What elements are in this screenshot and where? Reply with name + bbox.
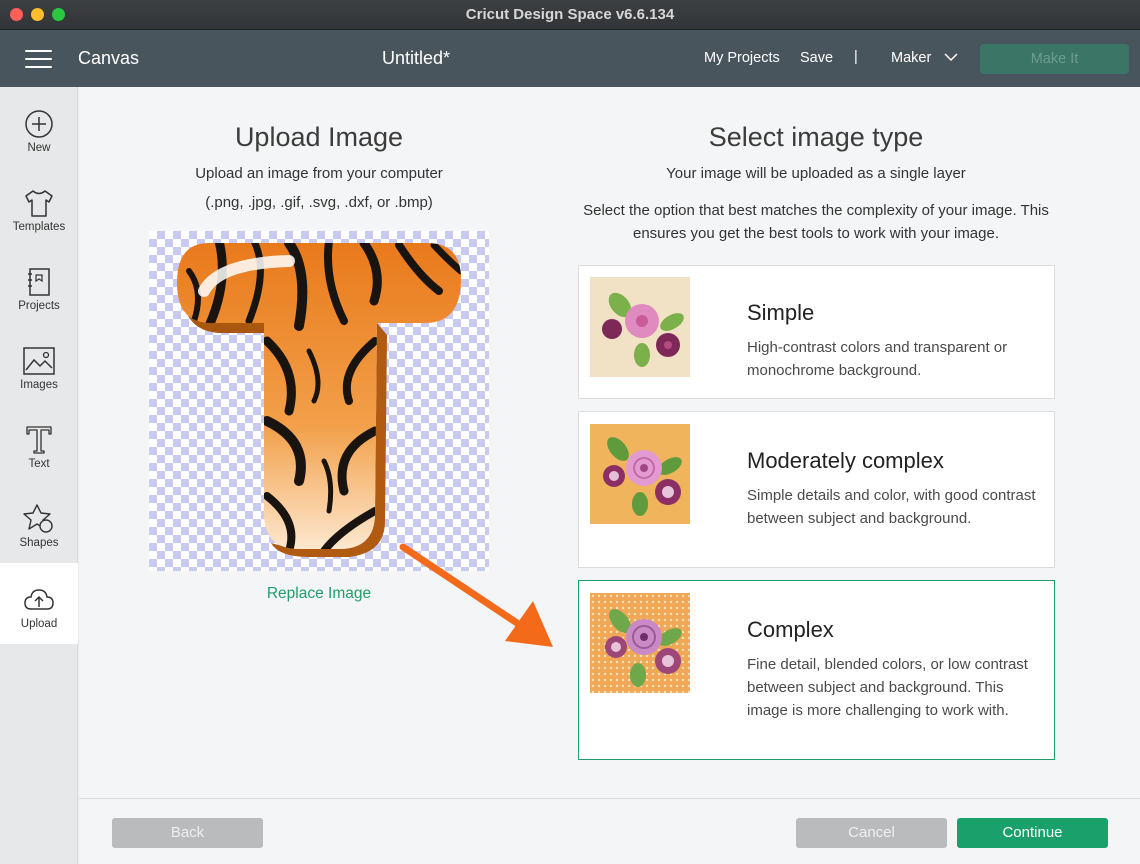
option-description: High-contrast colors and transparent or …: [747, 339, 1008, 379]
option-description: Fine detail, blended colors, or low cont…: [747, 656, 1028, 719]
upload-formats: (.png, .jpg, .gif, .svg, .dxf, or .bmp): [205, 194, 433, 211]
sidebar-item-upload[interactable]: Upload: [0, 563, 78, 644]
upload-title: Upload Image: [234, 122, 404, 152]
sidebar-item-projects[interactable]: Projects: [0, 245, 78, 324]
app-header: Canvas Untitled* My Projects Save | Make…: [0, 30, 1140, 87]
shapes-icon: [23, 504, 53, 533]
hamburger-menu-icon[interactable]: [25, 50, 52, 68]
canvas-label[interactable]: Canvas: [78, 48, 139, 69]
notebook-icon: [28, 268, 50, 296]
make-it-button[interactable]: Make It: [980, 44, 1129, 74]
complex-flower-thumbnail: [590, 593, 690, 693]
window-titlebar: Cricut Design Space v6.6.134: [0, 0, 1140, 30]
machine-selector[interactable]: Maker: [891, 50, 931, 66]
text-icon: [26, 426, 52, 454]
upload-main-panel: Upload Image Upload an image from your c…: [79, 87, 1140, 798]
chevron-down-icon[interactable]: [944, 53, 958, 62]
image-icon: [23, 347, 55, 375]
image-type-subtitle: Your image will be uploaded as a single …: [666, 165, 966, 182]
option-description: Simple details and color, with good cont…: [747, 487, 1036, 527]
sidebar-item-label: Projects: [18, 300, 60, 312]
option-title: Simple: [747, 300, 815, 325]
header-separator: |: [854, 49, 858, 65]
my-projects-link[interactable]: My Projects: [704, 50, 780, 66]
option-title: Complex: [747, 617, 834, 642]
image-type-instructions: Select the option that best matches the …: [583, 202, 1049, 242]
plus-circle-icon: [25, 110, 53, 138]
sidebar-item-label: Text: [28, 458, 50, 470]
upload-subtitle: Upload an image from your computer: [195, 165, 443, 182]
simple-flower-thumbnail: [590, 277, 690, 377]
continue-button[interactable]: Continue: [957, 818, 1108, 848]
back-button[interactable]: Back: [112, 818, 263, 848]
annotation-arrow-icon: [399, 543, 553, 647]
sidebar-item-label: Images: [20, 379, 58, 391]
sidebar-item-shapes[interactable]: Shapes: [0, 482, 78, 561]
cloud-upload-icon: [24, 589, 54, 610]
dialog-footer: Back Cancel Continue: [79, 798, 1140, 864]
document-title: Untitled*: [382, 48, 451, 68]
save-link[interactable]: Save: [800, 50, 833, 66]
left-sidebar: New Templates Projects Images Text Shape…: [0, 87, 78, 864]
window-title: Cricut Design Space v6.6.134: [465, 6, 675, 23]
option-simple[interactable]: Simple High-contrast colors and transpar…: [578, 265, 1055, 399]
sidebar-item-label: New: [27, 142, 51, 154]
sidebar-item-text[interactable]: Text: [0, 403, 78, 482]
moderate-flower-thumbnail: [590, 424, 690, 524]
sidebar-item-label: Templates: [12, 221, 66, 233]
tshirt-icon: [25, 190, 53, 217]
option-title: Moderately complex: [747, 448, 944, 473]
sidebar-item-new[interactable]: New: [0, 87, 78, 166]
sidebar-item-label: Shapes: [19, 537, 59, 549]
cancel-button[interactable]: Cancel: [796, 818, 947, 848]
sidebar-item-images[interactable]: Images: [0, 324, 78, 403]
option-moderately-complex[interactable]: Moderately complex Simple details and co…: [578, 411, 1055, 568]
image-type-title: Select image type: [708, 122, 924, 152]
option-complex[interactable]: Complex Fine detail, blended colors, or …: [578, 580, 1055, 760]
sidebar-item-templates[interactable]: Templates: [0, 166, 78, 245]
uploaded-image-preview: [149, 231, 489, 571]
tiger-letter-t-image: [177, 243, 461, 557]
sidebar-item-label: Upload: [20, 618, 58, 630]
